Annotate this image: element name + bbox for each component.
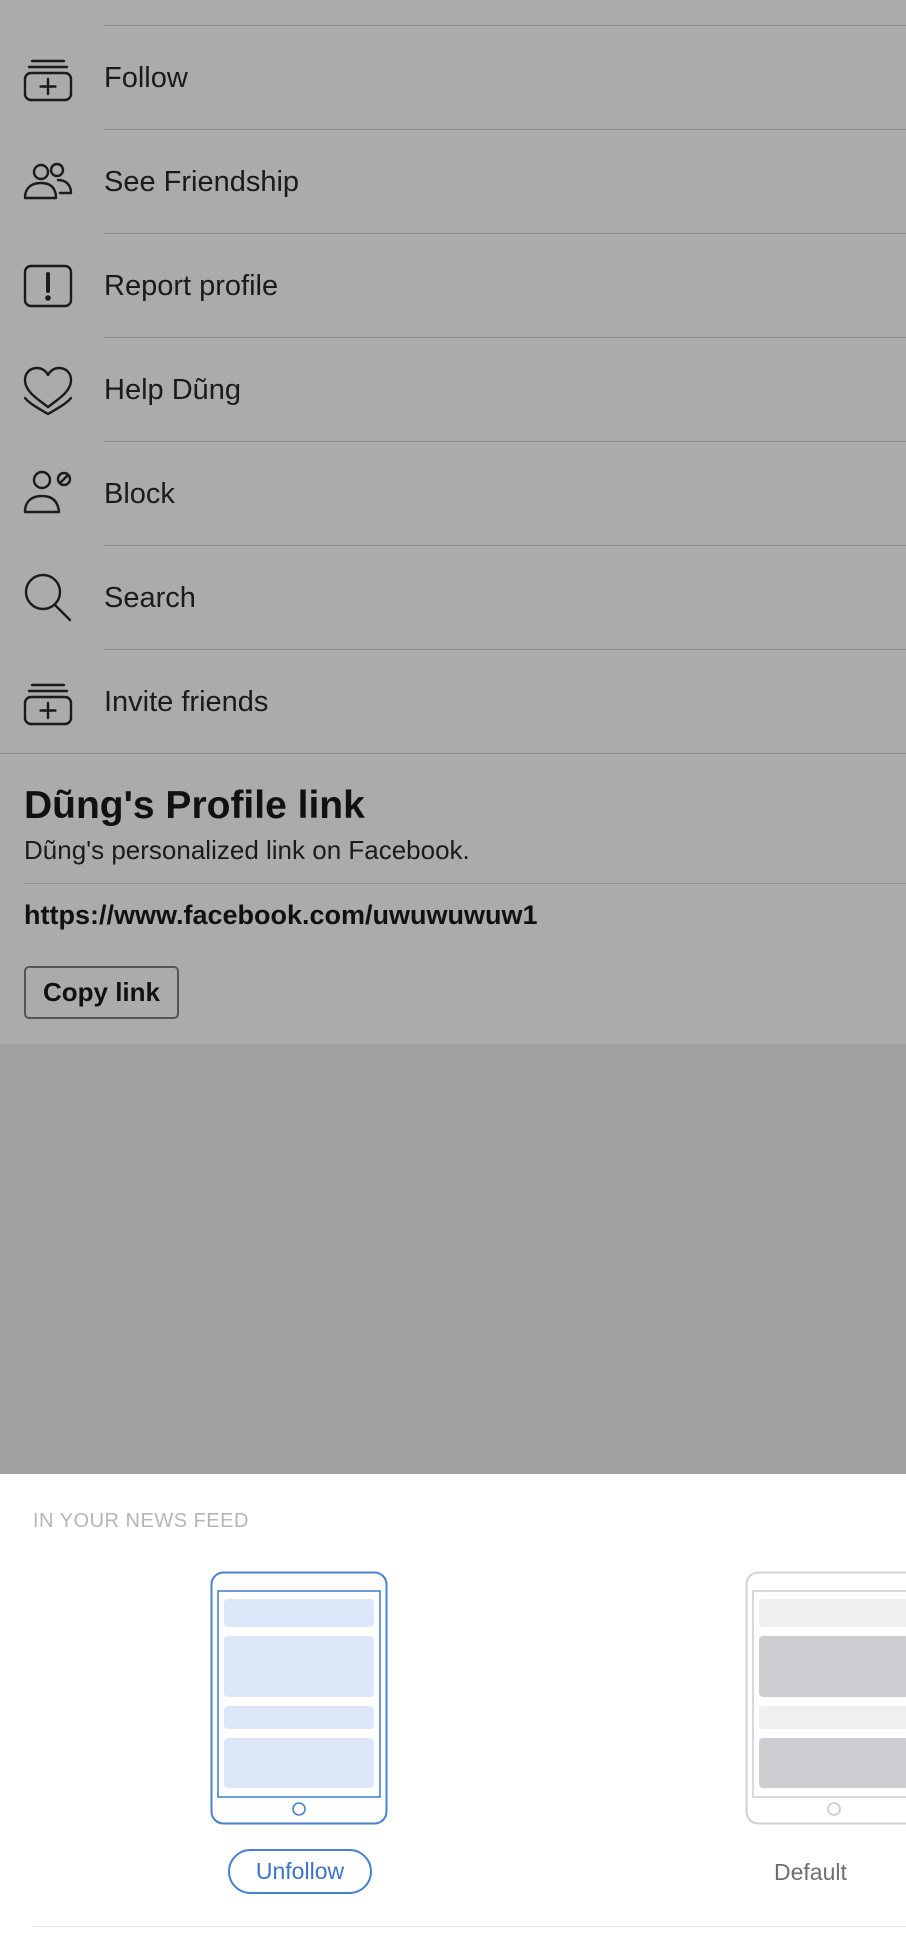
divider <box>33 1926 906 1927</box>
menu-item-invite-friends[interactable]: Invite friends <box>0 650 906 754</box>
menu-item-label: See Friendship <box>104 166 300 198</box>
menu-item-help[interactable]: Help Dũng <box>0 338 906 442</box>
follow-icon <box>22 52 74 104</box>
unfollow-option-illustration[interactable] <box>210 1571 388 1825</box>
menu-item-follow[interactable]: Follow <box>0 26 906 130</box>
default-option-label[interactable]: Default <box>774 1859 847 1886</box>
block-user-icon <box>22 468 74 520</box>
menu-item-see-friendship[interactable]: See Friendship <box>0 130 906 234</box>
menu-item-label: Invite friends <box>104 686 269 718</box>
menu-item-search[interactable]: Search <box>0 546 906 650</box>
menu-item-label: Help Dũng <box>104 374 242 406</box>
menu-item-label: Follow <box>104 62 188 94</box>
sheet-heading: IN YOUR NEWS FEED <box>33 1510 249 1532</box>
menu-item-report-profile[interactable]: Report profile <box>0 234 906 338</box>
menu-item-label: Report profile <box>104 270 279 302</box>
menu-item-label: Search <box>104 582 196 614</box>
profile-menu-page: Follow See Friendship Report profile Hel… <box>0 0 906 1044</box>
search-icon <box>22 572 74 624</box>
report-icon <box>22 260 74 312</box>
profile-menu-list: Follow See Friendship Report profile Hel… <box>0 26 906 754</box>
copy-link-button[interactable]: Copy link <box>24 966 179 1019</box>
news-feed-bottom-sheet: IN YOUR NEWS FEED Unfollow Default <box>0 1474 906 1936</box>
invite-icon <box>22 676 74 728</box>
menu-item-block[interactable]: Block <box>0 442 906 546</box>
friendship-icon <box>22 156 74 208</box>
profile-link-section: Dũng's Profile link Dũng's personalized … <box>0 754 906 1044</box>
profile-link-url: https://www.facebook.com/uwuwuwuw1 <box>24 900 538 930</box>
modal-backdrop[interactable] <box>0 1044 906 1474</box>
menu-item-label: Block <box>104 478 175 510</box>
profile-link-title: Dũng's Profile link <box>24 784 365 827</box>
divider <box>24 883 906 884</box>
profile-link-subtitle: Dũng's personalized link on Facebook. <box>24 835 470 865</box>
heart-icon <box>22 364 74 416</box>
unfollow-button[interactable]: Unfollow <box>228 1849 372 1894</box>
default-option-illustration[interactable] <box>745 1571 906 1825</box>
